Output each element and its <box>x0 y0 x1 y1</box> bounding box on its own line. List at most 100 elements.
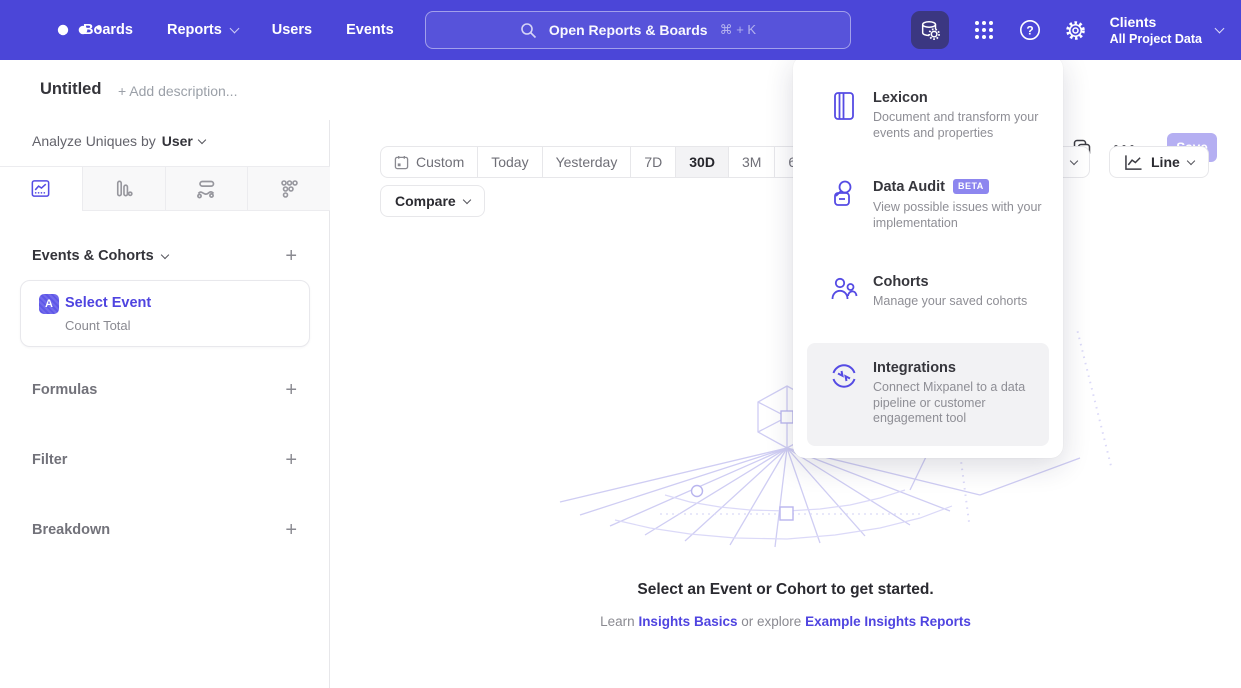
range-3m[interactable]: 3M <box>729 147 775 177</box>
database-gear-icon <box>919 19 941 41</box>
nav-users[interactable]: Users <box>272 22 312 38</box>
query-builder-sidebar: Analyze Uniques by User <box>0 120 330 688</box>
chevron-down-icon <box>1187 156 1195 164</box>
chevron-down-icon <box>160 250 168 258</box>
gear-icon <box>1064 19 1087 42</box>
range-30d-label: 30D <box>689 154 715 170</box>
empty-state-subtext: Learn Insights Basics or explore Example… <box>330 614 1241 629</box>
apps-grid-button[interactable] <box>972 18 996 42</box>
nav-users-label: Users <box>272 22 312 38</box>
nav-reports[interactable]: Reports <box>167 22 238 38</box>
tab-flow-chart[interactable] <box>165 167 248 210</box>
help-button[interactable]: ? <box>1019 19 1041 41</box>
project-switcher[interactable]: Clients All Project Data <box>1110 14 1223 46</box>
add-formula-button[interactable]: + <box>285 382 297 398</box>
nav-boards[interactable]: Boards <box>83 22 133 38</box>
data-management-button[interactable] <box>911 11 949 49</box>
chevron-down-icon <box>1070 156 1078 164</box>
chart-style-dropdown[interactable]: Line <box>1109 146 1209 178</box>
range-today[interactable]: Today <box>478 147 542 177</box>
svg-text:?: ? <box>1026 23 1033 37</box>
nav-reports-label: Reports <box>167 22 222 38</box>
search-shortcut: ⌘ + K <box>720 22 757 38</box>
calendar-icon <box>394 155 409 170</box>
global-search-input[interactable]: Open Reports & Boards ⌘ + K <box>425 11 851 49</box>
analyze-uniques-control: Analyze Uniques by User <box>32 133 205 149</box>
flow-chart-icon <box>194 177 218 201</box>
analyze-value-dropdown[interactable]: User <box>162 133 193 149</box>
filter-section: Filter + <box>32 452 297 468</box>
menu-item-cohorts[interactable]: Cohorts Manage your saved cohorts <box>793 274 1063 310</box>
question-circle-icon: ? <box>1019 19 1041 41</box>
tab-metric-chart[interactable] <box>247 167 330 210</box>
range-7d[interactable]: 7D <box>631 147 676 177</box>
lexicon-title: Lexicon <box>873 90 1045 106</box>
middle-text: or explore <box>741 614 801 629</box>
integrations-sync-icon <box>828 360 860 392</box>
nav-links: Boards Reports Users Events <box>83 0 394 60</box>
range-30d-selected[interactable]: 30D <box>676 147 729 177</box>
learn-prefix: Learn <box>600 614 635 629</box>
nav-events[interactable]: Events <box>346 22 394 38</box>
tab-line-chart[interactable] <box>0 167 82 211</box>
chart-style-label: Line <box>1151 154 1180 170</box>
filter-label: Filter <box>32 452 67 468</box>
range-3m-label: 3M <box>742 154 761 170</box>
grid-dots-icon <box>972 18 996 42</box>
add-filter-button[interactable]: + <box>285 452 297 468</box>
menu-item-lexicon[interactable]: Lexicon Document and transform your even… <box>793 90 1063 141</box>
count-total-dropdown[interactable]: Count Total <box>65 318 131 333</box>
range-yesterday[interactable]: Yesterday <box>543 147 632 177</box>
menu-item-data-audit[interactable]: Data Audit BETA View possible issues with… <box>793 178 1063 231</box>
lexicon-book-icon <box>828 90 860 122</box>
nav-events-label: Events <box>346 22 394 38</box>
event-series-badge: A <box>39 294 59 314</box>
org-name: Clients <box>1110 14 1202 30</box>
data-management-menu: Lexicon Document and transform your even… <box>793 56 1063 458</box>
compare-dropdown[interactable]: Compare <box>380 185 485 217</box>
chart-type-tabs <box>0 166 330 211</box>
events-cohorts-toggle[interactable]: Events & Cohorts <box>32 248 168 264</box>
line-chart-icon <box>1124 154 1143 171</box>
tab-bar-chart[interactable] <box>82 167 165 210</box>
date-range-picker: Custom Today Yesterday 7D 30D 3M 6M <box>380 146 822 178</box>
integrations-title: Integrations <box>873 360 1031 376</box>
line-chart-icon <box>29 177 52 200</box>
add-description-field[interactable]: + Add description... <box>118 83 237 99</box>
cohorts-title: Cohorts <box>873 274 1027 290</box>
chevron-down-icon <box>1215 24 1225 34</box>
nav-boards-label: Boards <box>83 22 133 38</box>
empty-state: Select an Event or Cohort to get started… <box>330 581 1241 629</box>
chevron-down-icon[interactable] <box>198 135 206 143</box>
cohorts-description: Manage your saved cohorts <box>873 294 1027 310</box>
report-title[interactable]: Untitled <box>40 80 101 99</box>
settings-button[interactable] <box>1064 19 1087 42</box>
top-navbar: Boards Reports Users Events Open Reports… <box>0 0 1241 60</box>
range-yesterday-label: Yesterday <box>556 154 618 170</box>
mixpanel-insights-app: Boards Reports Users Events Open Reports… <box>0 0 1241 688</box>
chevron-down-icon <box>462 195 470 203</box>
range-today-label: Today <box>491 154 528 170</box>
range-7d-label: 7D <box>644 154 662 170</box>
event-card[interactable]: A Select Event Count Total <box>20 280 310 347</box>
range-custom-label: Custom <box>416 154 464 170</box>
compare-label: Compare <box>395 193 456 209</box>
data-audit-description: View possible issues with your implement… <box>873 200 1045 231</box>
formulas-label: Formulas <box>32 382 97 398</box>
select-event-button[interactable]: Select Event <box>65 295 151 311</box>
breakdown-label: Breakdown <box>32 522 110 538</box>
range-custom[interactable]: Custom <box>381 147 478 177</box>
beta-badge: BETA <box>953 179 989 194</box>
breakdown-section: Breakdown + <box>32 522 297 538</box>
menu-item-integrations[interactable]: Integrations Connect Mixpanel to a data … <box>807 343 1049 446</box>
events-cohorts-header: Events & Cohorts + <box>32 248 297 264</box>
integrations-description: Connect Mixpanel to a data pipeline or c… <box>873 380 1031 427</box>
data-audit-title: Data Audit <box>873 179 945 195</box>
example-reports-link[interactable]: Example Insights Reports <box>805 614 971 629</box>
add-event-button[interactable]: + <box>285 248 297 264</box>
lexicon-description: Document and transform your events and p… <box>873 110 1045 141</box>
project-name: All Project Data <box>1110 32 1202 46</box>
add-breakdown-button[interactable]: + <box>285 522 297 538</box>
chevron-down-icon <box>229 24 239 34</box>
insights-basics-link[interactable]: Insights Basics <box>638 614 737 629</box>
